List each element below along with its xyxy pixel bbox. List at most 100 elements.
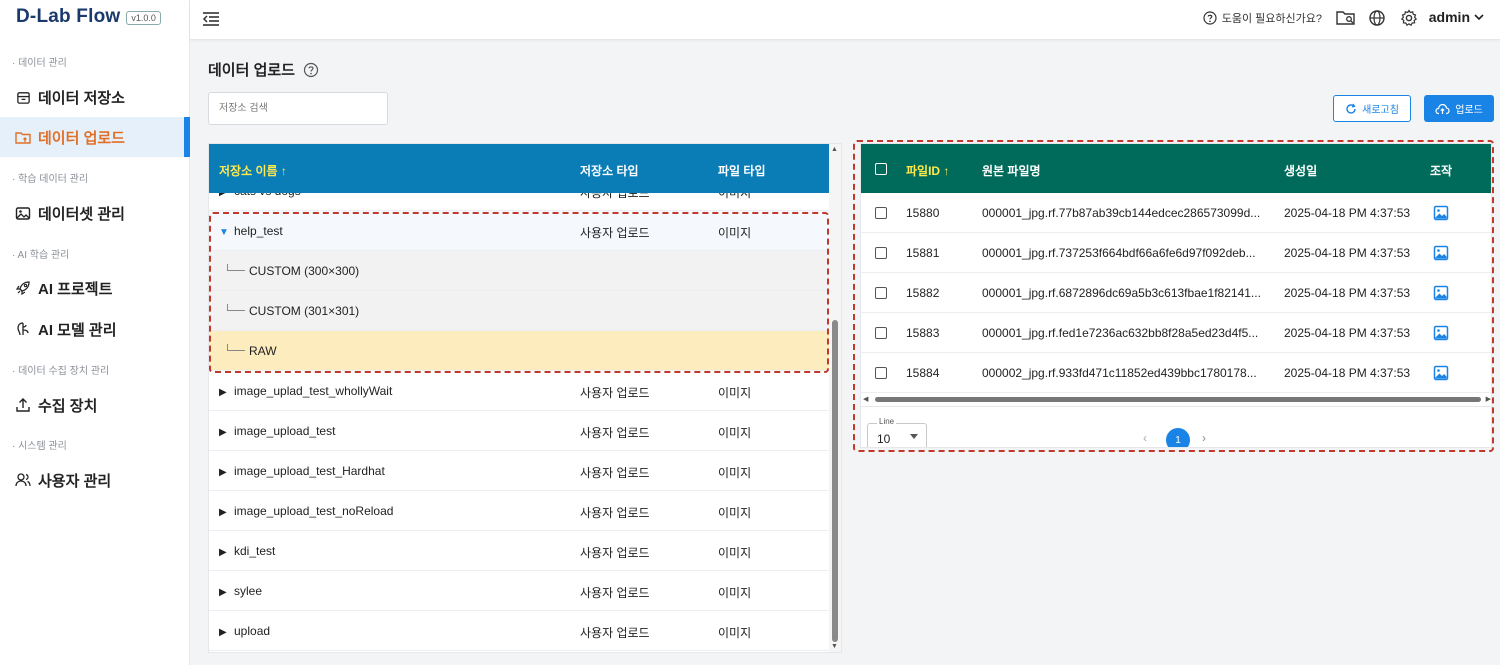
vertical-scrollbar[interactable]: ▲ ▼ — [829, 144, 841, 652]
col-original-filename[interactable]: 원본 파일명 — [982, 162, 1041, 179]
table-row[interactable]: ▶ kdi_test 사용자 업로드 이미지 — [209, 531, 831, 571]
storage-type-cell: 사용자 업로드 — [580, 546, 650, 560]
tree-branch-icon — [227, 304, 245, 311]
row-checkbox[interactable] — [875, 247, 887, 259]
app-logo[interactable]: D-Lab Flow v1.0.0 — [16, 6, 161, 28]
caret-right-icon[interactable]: ▶ — [219, 547, 229, 558]
refresh-button[interactable]: 새로고침 — [1333, 95, 1411, 122]
scroll-right-icon[interactable]: ▶ — [1486, 395, 1491, 403]
folder-search-icon[interactable] — [1336, 8, 1356, 28]
sidebar-item-ai-model[interactable]: AI 모델 관리 — [0, 309, 190, 349]
storage-name-text: CUSTOM (301×301) — [249, 304, 360, 318]
page-title-text: 데이터 업로드 — [208, 62, 295, 79]
storage-type-cell: 사용자 업로드 — [580, 466, 650, 480]
storage-name-text: image_upload_test_noReload — [234, 504, 394, 518]
row-checkbox[interactable] — [875, 367, 887, 379]
help-link[interactable]: 도움이 필요하신가요? — [1203, 10, 1322, 26]
row-checkbox[interactable] — [875, 327, 887, 339]
sidebar-item-label: 데이터셋 관리 — [38, 205, 125, 223]
storage-type-cell: 사용자 업로드 — [580, 193, 650, 200]
tree-branch-icon — [227, 264, 245, 271]
file-type-cell: 이미지 — [718, 586, 752, 600]
sidebar-item-label: 사용자 관리 — [38, 472, 112, 490]
line-count-select[interactable]: Line 10 — [867, 417, 927, 447]
image-preview-icon[interactable] — [1433, 365, 1449, 381]
created-cell: 2025-04-18 PM 4:37:53 — [1284, 326, 1411, 340]
tree-child-row[interactable]: CUSTOM (301×301) — [209, 291, 831, 331]
scroll-thumb[interactable] — [832, 320, 838, 642]
table-row[interactable]: 15884 000002_jpg.rf.933fd471c11852ed439bb… — [861, 353, 1491, 393]
sidebar-item-data-upload[interactable]: 데이터 업로드 — [0, 117, 190, 157]
caret-right-icon[interactable]: ▶ — [219, 627, 229, 638]
caret-down-icon[interactable]: ▼ — [219, 227, 229, 238]
col-storage-name[interactable]: 저장소 이름 ↑ — [219, 162, 287, 179]
page-title: 데이터 업로드 — [208, 59, 319, 80]
storage-type-cell: 사용자 업로드 — [580, 506, 650, 520]
scroll-up-icon[interactable]: ▲ — [831, 146, 838, 153]
storage-name-cell: ▶ image_upload_test — [219, 424, 335, 438]
storage-name-text: image_upload_test — [234, 424, 336, 438]
upload-button[interactable]: 업로드 — [1424, 95, 1494, 122]
table-row[interactable]: 15883 000001_jpg.rf.fed1e7236ac632bb8f28a… — [861, 313, 1491, 353]
file-id-cell: 15881 — [906, 246, 940, 260]
scroll-left-icon[interactable]: ◀ — [863, 395, 868, 403]
sidebar-item-ai-project[interactable]: AI 프로젝트 — [0, 268, 190, 308]
globe-icon[interactable] — [1367, 8, 1387, 28]
table-row[interactable]: 15882 000001_jpg.rf.6872896dc69a5b3c613fb… — [861, 273, 1491, 313]
help-text: 도움이 필요하신가요? — [1221, 13, 1322, 25]
col-created[interactable]: 생성일 — [1284, 162, 1317, 179]
caret-right-icon[interactable]: ▶ — [219, 507, 229, 518]
file-id-cell: 15883 — [906, 326, 940, 340]
table-row[interactable]: ▶ upload 사용자 업로드 이미지 — [209, 611, 831, 651]
tree-child-row[interactable]: RAW — [209, 331, 831, 371]
table-row[interactable]: 15880 000001_jpg.rf.77b87ab39cb144edcec28… — [861, 193, 1491, 233]
scroll-down-icon[interactable]: ▼ — [831, 643, 838, 650]
table-row[interactable]: ▶ cats vs dogs 사용자 업로드 이미지 — [209, 193, 831, 211]
user-menu[interactable]: admin — [1429, 9, 1484, 25]
table-row[interactable]: 15881 000001_jpg.rf.737253f664bdf66a6fe6d… — [861, 233, 1491, 273]
chevron-left-icon[interactable]: ‹ — [1143, 431, 1147, 445]
col-file-id[interactable]: 파일ID ↑ — [906, 162, 949, 179]
image-preview-icon[interactable] — [1433, 285, 1449, 301]
storage-search-input[interactable] — [208, 92, 388, 125]
col-action: 조작 — [1430, 164, 1453, 178]
caret-right-icon[interactable]: ▶ — [219, 427, 229, 438]
caret-right-icon[interactable]: ▶ — [219, 587, 229, 598]
table-row[interactable]: ▼ help_test 사용자 업로드 이미지 — [209, 211, 831, 251]
image-icon — [15, 205, 31, 221]
image-preview-icon[interactable] — [1433, 245, 1449, 261]
storage-name-text: kdi_test — [234, 544, 276, 558]
caret-right-icon[interactable]: ▶ — [219, 467, 229, 478]
table-row[interactable]: ▶ image_upload_test_Hardhat 사용자 업로드 이미지 — [209, 451, 831, 491]
menu-collapse-icon[interactable] — [200, 8, 222, 30]
file-type-cell: 이미지 — [718, 626, 752, 640]
row-checkbox[interactable] — [875, 287, 887, 299]
gear-icon[interactable] — [1399, 8, 1419, 28]
help-icon[interactable] — [303, 62, 319, 78]
sidebar-item-dataset[interactable]: 데이터셋 관리 — [0, 193, 190, 233]
table-row[interactable]: ▶ sylee 사용자 업로드 이미지 — [209, 571, 831, 611]
table-row[interactable]: ▶ image_uplad_test_whollyWait 사용자 업로드 이미지 — [209, 371, 831, 411]
tree-child-row[interactable]: CUSTOM (300×300) — [209, 251, 831, 291]
scroll-thumb[interactable] — [875, 397, 1481, 402]
version-badge: v1.0.0 — [126, 11, 161, 25]
file-type-cell: 이미지 — [718, 226, 752, 240]
chevron-right-icon[interactable]: › — [1202, 431, 1206, 445]
sidebar-item-user-management[interactable]: 사용자 관리 — [0, 460, 190, 500]
horizontal-scrollbar[interactable]: ◀ ▶ — [863, 395, 1491, 404]
col-storage-type[interactable]: 저장소 타입 — [580, 162, 639, 179]
storage-icon — [15, 89, 31, 105]
page-current[interactable]: 1 — [1166, 428, 1190, 447]
select-all-checkbox[interactable] — [875, 163, 887, 175]
sidebar-item-data-storage[interactable]: 데이터 저장소 — [0, 77, 190, 117]
table-row[interactable]: ▶ image_upload_test_noReload 사용자 업로드 이미지 — [209, 491, 831, 531]
file-table-header: 파일ID ↑ 원본 파일명 생성일 조작 — [861, 144, 1491, 193]
col-file-type[interactable]: 파일 타입 — [718, 162, 766, 179]
caret-right-icon[interactable]: ▶ — [219, 387, 229, 398]
sidebar-item-collection-device[interactable]: 수집 장치 — [0, 385, 190, 425]
table-row[interactable]: ▶ image_upload_test 사용자 업로드 이미지 — [209, 411, 831, 451]
caret-right-icon[interactable]: ▶ — [219, 193, 229, 198]
row-checkbox[interactable] — [875, 207, 887, 219]
image-preview-icon[interactable] — [1433, 325, 1449, 341]
image-preview-icon[interactable] — [1433, 205, 1449, 221]
